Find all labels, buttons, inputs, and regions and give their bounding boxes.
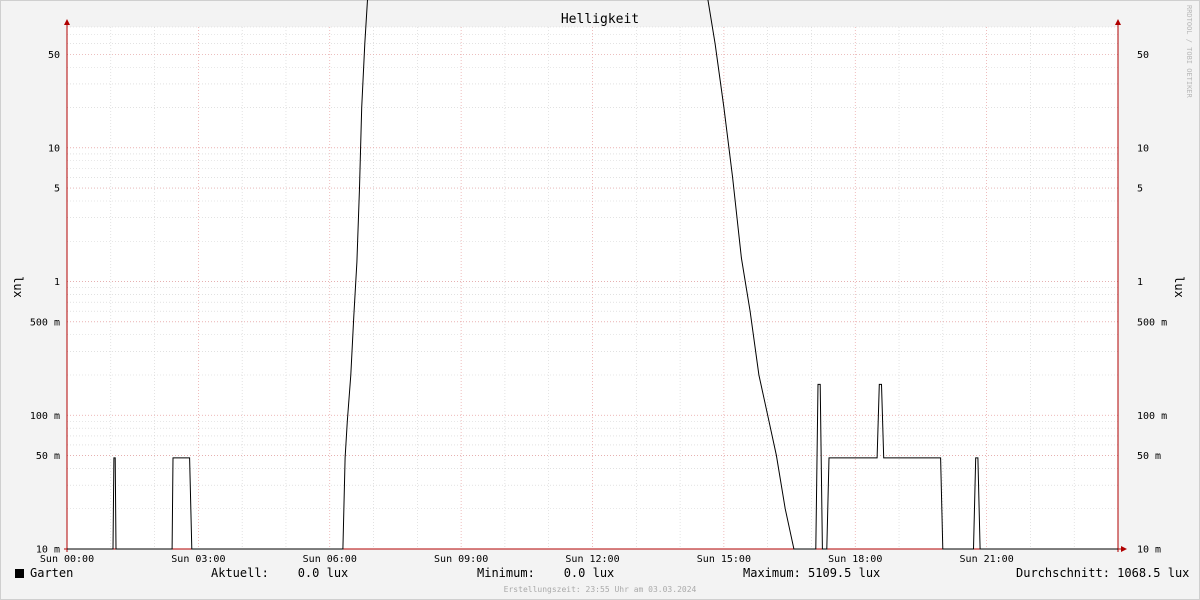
brightness-chart: 10 m 10 m50 m 50 m100 m 100 m500 m 500 m1 15 5…	[0, 0, 1200, 600]
x-tick-label: Sun 09:00	[434, 554, 488, 565]
y-tick-label-left: 100 m	[30, 411, 60, 422]
y-tick-label-right: 1	[1137, 277, 1143, 288]
y-tick-label-right: 50	[1137, 50, 1149, 61]
y-tick-label-left: 50 m	[36, 451, 60, 462]
creation-time-footer: Erstellungszeit: 23:55 Uhr am 03.03.2024	[503, 585, 697, 594]
y-tick-label-left: 500 m	[30, 317, 60, 328]
y-tick-label-right: 50 m	[1137, 451, 1161, 462]
legend-maximum: Maximum: 5109.5 lux	[743, 566, 881, 580]
chart-root: 10 m 10 m 50 m 50 m 100 m 100 m 500 m 500 m1155…	[0, 0, 1200, 600]
x-tick-label: Sun 18:00	[828, 554, 882, 565]
y-tick-label-right: 10 m	[1137, 545, 1161, 556]
x-tick-label: Sun 21:00	[960, 554, 1014, 565]
y-axis-label-left: lux	[11, 276, 25, 298]
chart-title: Helligkeit	[561, 12, 639, 27]
rrdtool-watermark: RRDTOOL / TOBI OETIKER	[1185, 5, 1193, 99]
y-axis-label-right: lux	[1172, 276, 1186, 298]
legend-series-name: Garten	[30, 566, 74, 580]
x-tick-label: Sun 15:00	[697, 554, 751, 565]
y-tick-label-left: 50	[48, 50, 60, 61]
y-tick-label-left: 1	[54, 277, 60, 288]
y-tick-label-right: 100 m	[1137, 411, 1167, 422]
y-tick-label-left: 5	[54, 184, 60, 195]
legend-current: Aktuell: 0.0 lux	[211, 566, 349, 580]
x-tick-label: Sun 03:00	[171, 554, 225, 565]
x-tick-label: Sun 12:00	[565, 554, 619, 565]
legend-average: Durchschnitt: 1068.5 lux	[1016, 566, 1190, 580]
y-tick-label-right: 5	[1137, 184, 1143, 195]
x-tick-label: Sun 06:00	[303, 554, 357, 565]
legend-series: Garten	[15, 566, 73, 584]
legend-minimum: Minimum: 0.0 lux	[477, 566, 615, 580]
y-tick-label-right: 500 m	[1137, 317, 1167, 328]
y-tick-label-right: 10	[1137, 143, 1149, 154]
y-tick-label-left: 10	[48, 143, 60, 154]
legend-swatch	[15, 569, 24, 578]
x-tick-label: Sun 00:00	[40, 554, 94, 565]
